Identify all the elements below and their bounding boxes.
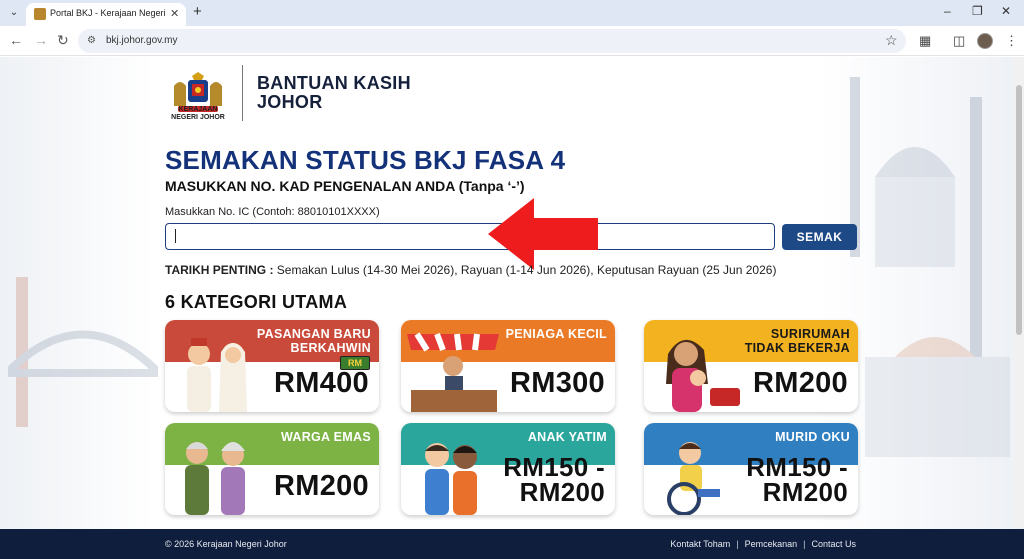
footer-link-contact-us[interactable]: Contact Us	[811, 539, 856, 549]
mother-child-icon	[666, 339, 740, 412]
category-card-peniaga-kecil[interactable]: PENIAGA KECIL RM300	[401, 320, 615, 412]
card-title-line2: TIDAK BEKERJA	[744, 341, 850, 355]
minimize-icon[interactable]: –	[944, 4, 951, 18]
extensions-icon[interactable]: ▦	[919, 33, 931, 49]
semak-button[interactable]: SEMAK	[782, 224, 857, 250]
card-title-line1: WARGA EMAS	[280, 430, 371, 444]
elderly-couple-icon	[185, 442, 245, 515]
page-footer: © 2026 Kerajaan Negeri Johor Kontakt Toh…	[0, 529, 1024, 559]
category-card-surirumah[interactable]: SURIRUMAH TIDAK BEKERJA RM200	[644, 320, 858, 412]
new-tab-icon[interactable]: +	[193, 3, 202, 20]
card-title: PENIAGA KECIL	[506, 327, 607, 341]
footer-separator: |	[803, 539, 806, 549]
profile-avatar[interactable]	[977, 33, 993, 49]
children-hug-icon	[425, 443, 477, 515]
card-amount: RM400	[274, 367, 369, 399]
important-dates-label: TARIKH PENTING :	[165, 263, 274, 277]
logo-caption-line2: NEGERI JOHOR	[171, 114, 225, 121]
copyright-text: © 2026 Kerajaan Negeri Johor	[165, 539, 287, 549]
tab-title: Portal BKJ - Kerajaan Negeri Johor	[50, 8, 166, 18]
scrollbar-thumb[interactable]	[1016, 85, 1022, 335]
category-card-pasangan-baru[interactable]: PASANGAN BARU BERKAHWIN RM RM400	[165, 320, 379, 412]
forward-icon[interactable]: →	[34, 32, 48, 48]
vendor-stall-icon	[407, 332, 499, 412]
card-title: ANAK YATIM	[528, 430, 607, 444]
back-icon[interactable]: ←	[9, 32, 23, 48]
reload-icon[interactable]: ↻	[57, 32, 69, 49]
mosque-decoration-icon	[850, 77, 1010, 457]
category-card-warga-emas[interactable]: WARGA EMAS RM200	[165, 423, 379, 515]
card-title-line1: SURIRUMAH	[770, 327, 850, 341]
footer-separator: |	[736, 539, 739, 549]
url-text[interactable]: bkj.johor.gov.my	[106, 35, 178, 46]
brand-title: BANTUAN KASIH JOHOR	[257, 74, 411, 112]
card-title: MURID OKU	[775, 430, 850, 444]
header-divider	[242, 65, 243, 121]
brand-line2: JOHOR	[257, 92, 323, 112]
browser-toolbar: ← → ↻ ⚙ bkj.johor.gov.my ☆ ▦ ◫ ⋮	[0, 26, 1024, 56]
ic-field-label: Masukkan No. IC (Contoh: 88010101XXXX)	[165, 206, 380, 218]
footer-link-kontakt[interactable]: Kontakt Toham	[670, 539, 730, 549]
brand-line1: BANTUAN KASIH	[257, 73, 411, 93]
text-caret	[175, 229, 176, 243]
card-amount: RM150 - RM200	[503, 454, 605, 507]
card-amount: RM150 - RM200	[746, 454, 848, 507]
card-title: WARGA EMAS	[281, 430, 371, 444]
card-title: SURIRUMAH TIDAK BEKERJA	[745, 327, 850, 355]
important-dates-text: Semakan Lulus (14-30 Mei 2026), Rayuan (…	[273, 263, 777, 277]
logo-caption: KERAJAAN NEGERI JOHOR	[160, 106, 236, 122]
card-title-line1: ANAK YATIM	[527, 430, 607, 444]
address-bar[interactable]: ⚙ bkj.johor.gov.my ☆	[78, 29, 906, 53]
category-card-murid-oku[interactable]: MURID OKU RM150 - RM200	[644, 423, 858, 515]
footer-links: Kontakt Toham | Pemcekanan | Contact Us	[670, 539, 856, 549]
card-title-line2: BERKAHWIN	[290, 341, 371, 355]
close-window-icon[interactable]: ✕	[1001, 4, 1011, 18]
wheelchair-student-icon	[667, 442, 720, 515]
logo-caption-line1: KERAJAAN	[178, 106, 218, 113]
red-arrow-pointer-icon	[488, 198, 598, 270]
footer-link-pemcekanan[interactable]: Pemcekanan	[745, 539, 798, 549]
site-info-icon[interactable]: ⚙	[87, 35, 96, 46]
page-scrollbar[interactable]	[1014, 57, 1024, 527]
close-tab-icon[interactable]: ✕	[170, 7, 179, 20]
restore-icon[interactable]: ❐	[972, 4, 983, 18]
card-amount: RM200	[753, 367, 848, 399]
important-dates: TARIKH PENTING : Semakan Lulus (14-30 Me…	[165, 263, 776, 277]
card-title: PASANGAN BARU BERKAHWIN	[257, 327, 371, 355]
side-panel-icon[interactable]: ◫	[953, 33, 965, 49]
card-amount: RM200	[274, 470, 369, 502]
categories-heading: 6 KATEGORI UTAMA	[165, 292, 348, 312]
card-amount: RM300	[510, 367, 605, 399]
bookmark-star-icon[interactable]: ☆	[885, 32, 898, 49]
card-title-line1: MURID OKU	[775, 430, 850, 444]
bridge-decoration-icon	[8, 277, 158, 427]
menu-icon[interactable]: ⋮	[1005, 33, 1018, 49]
page-content: KERAJAAN NEGERI JOHOR BANTUAN KASIH JOHO…	[0, 57, 1024, 559]
couple-icon	[187, 338, 247, 412]
site-favicon-icon	[34, 8, 46, 20]
card-amount-line2: RM200	[762, 477, 848, 507]
browser-tab-bar: ⌄ Portal BKJ - Kerajaan Negeri Johor ✕ +…	[0, 0, 1024, 26]
card-title-line1: PASANGAN BARU	[256, 327, 371, 341]
tab-list-icon[interactable]: ⌄	[6, 5, 22, 21]
browser-tab[interactable]: Portal BKJ - Kerajaan Negeri Johor ✕	[26, 3, 186, 26]
category-card-anak-yatim[interactable]: ANAK YATIM RM150 - RM200	[401, 423, 615, 515]
form-instruction: MASUKKAN NO. KAD PENGENALAN ANDA (Tanpa …	[165, 178, 525, 194]
page-title: SEMAKAN STATUS BKJ FASA 4	[165, 145, 566, 175]
ic-number-input[interactable]	[165, 223, 775, 250]
card-title-line1: PENIAGA KECIL	[505, 327, 607, 341]
card-amount-line2: RM200	[519, 477, 605, 507]
